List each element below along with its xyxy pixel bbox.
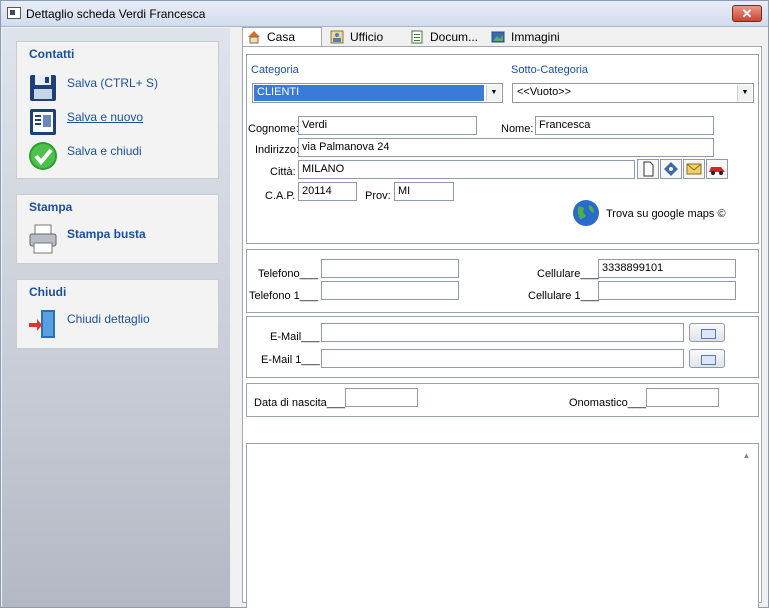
detail-window: Dettaglio scheda Verdi Francesca ✕ Conta… [0, 0, 769, 608]
close-icon: ✕ [741, 6, 753, 21]
save-new-label: Salva e nuovo [67, 110, 144, 124]
cap-label: C.A.P. [265, 190, 296, 202]
tab-documenti-label: Docum... [430, 30, 479, 44]
title-bar[interactable]: Dettaglio scheda Verdi Francesca ✕ [1, 1, 768, 27]
app-icon [7, 7, 21, 19]
google-maps-link[interactable]: Trova su google maps © [572, 199, 752, 229]
window-title: Dettaglio scheda Verdi Francesca [26, 7, 206, 21]
panel-chiudi: Chiudi Chiudi dettaglio [16, 279, 219, 349]
send-email-button[interactable] [689, 323, 725, 342]
diamond-icon [664, 162, 678, 176]
envelope-icon [686, 163, 702, 175]
printer-icon [29, 224, 57, 254]
chevron-down-icon[interactable]: ▼ [737, 85, 752, 101]
cellulare-label: Cellulare___ [537, 268, 599, 280]
emails-group: E-Mail___ E-Mail 1___ [246, 316, 759, 378]
envelope-button[interactable] [683, 159, 705, 179]
panel-title-stampa: Stampa [29, 200, 73, 214]
check-icon [29, 142, 57, 170]
nome-label: Nome: [501, 123, 534, 135]
images-icon [491, 31, 505, 43]
cellulare1-label: Cellulare 1___ [528, 290, 599, 302]
scroll-up-icon[interactable]: ▲ [740, 449, 753, 462]
sottocategoria-label: Sotto-Categoria [511, 64, 589, 76]
prov-label: Prov: [365, 190, 391, 202]
cap-field[interactable]: 20114 [298, 182, 357, 201]
cellulare1-field[interactable] [598, 281, 736, 300]
panel-stampa: Stampa Stampa busta [16, 194, 219, 264]
email-field[interactable] [321, 323, 684, 342]
tab-ufficio[interactable]: Ufficio [326, 28, 406, 47]
tab-casa[interactable]: Casa [242, 27, 322, 47]
onomastico-label: Onomastico___ [569, 397, 647, 409]
email1-label: E-Mail 1___ [261, 354, 320, 366]
telefono-field[interactable] [321, 259, 459, 278]
citta-label: Città: [270, 166, 296, 178]
save-label: Salva (CTRL+ S) [67, 76, 159, 90]
dates-group: Data di nascita___ Onomastico___ [246, 383, 759, 417]
close-window-button[interactable]: ✕ [732, 5, 762, 22]
nascita-label: Data di nascita___ [254, 397, 346, 409]
citta-field[interactable]: MILANO [298, 160, 635, 179]
send-email1-button[interactable] [689, 349, 725, 368]
save-close-label: Salva e chiudi [67, 144, 142, 158]
blank-page-icon [643, 161, 654, 177]
categoria-label: Categoria [251, 64, 299, 76]
panel-title-chiudi: Chiudi [29, 285, 67, 299]
tab-content-casa: Categoria CLIENTI ▼ Sotto-Categoria <<Vu… [242, 46, 762, 608]
exit-door-icon [29, 310, 55, 338]
main-area: Casa Ufficio Docum... Immagini Categoria… [234, 27, 768, 608]
sottocategoria-value: <<Vuoto>> [517, 86, 572, 98]
tab-casa-label: Casa [267, 30, 296, 44]
email-label: E-Mail___ [270, 331, 320, 343]
house-icon [248, 31, 260, 44]
tab-documenti[interactable]: Docum... [406, 28, 486, 47]
nome-field[interactable]: Francesca [535, 116, 714, 135]
telefono-label: Telefono___ [258, 268, 318, 280]
categoria-value: CLIENTI [254, 85, 484, 101]
cellulare-field[interactable]: 3338899101 [598, 259, 736, 278]
address-group: Categoria CLIENTI ▼ Sotto-Categoria <<Vu… [246, 54, 759, 244]
print-envelope-label: Stampa busta [67, 227, 146, 241]
floppy-disk-icon [30, 75, 56, 101]
lookup-button[interactable] [660, 159, 682, 179]
route-car-button[interactable] [706, 159, 728, 179]
contact-card-icon [30, 109, 56, 135]
cognome-field[interactable]: Verdi [298, 116, 477, 135]
indirizzo-field[interactable]: via Palmanova 24 [298, 138, 714, 157]
notes-textarea[interactable] [246, 443, 759, 608]
nascita-field[interactable] [345, 388, 418, 407]
panel-title-contatti: Contatti [29, 47, 75, 61]
email1-field[interactable] [321, 349, 684, 368]
google-maps-label: Trova su google maps © [606, 208, 726, 220]
prov-field[interactable]: MI [394, 182, 454, 201]
telefono1-label: Telefono 1___ [249, 290, 319, 302]
telefono1-field[interactable] [321, 281, 459, 300]
close-detail-label: Chiudi dettaglio [67, 312, 150, 326]
sottocategoria-select[interactable]: <<Vuoto>> ▼ [512, 83, 754, 103]
chevron-down-icon[interactable]: ▼ [486, 85, 501, 101]
indirizzo-label: Indirizzo: [255, 144, 300, 156]
sidebar: Contatti Salva (CTRL+ S) Salva e nuovo S… [2, 28, 230, 607]
phones-group: Telefono___ Telefono 1___ Cellulare___ 3… [246, 249, 759, 313]
panel-contatti: Contatti Salva (CTRL+ S) Salva e nuovo S… [16, 41, 219, 179]
car-icon [709, 167, 725, 175]
document-icon [411, 30, 423, 44]
globe-icon [573, 200, 599, 226]
tab-ufficio-label: Ufficio [350, 30, 384, 44]
categoria-select[interactable]: CLIENTI ▼ [252, 83, 503, 103]
blank-document-button[interactable] [637, 159, 659, 179]
tab-immagini-label: Immagini [511, 30, 560, 44]
office-icon [330, 30, 344, 44]
onomastico-field[interactable] [646, 388, 719, 407]
tab-immagini[interactable]: Immagini [487, 28, 567, 47]
cognome-label: Cognome: [248, 123, 299, 135]
